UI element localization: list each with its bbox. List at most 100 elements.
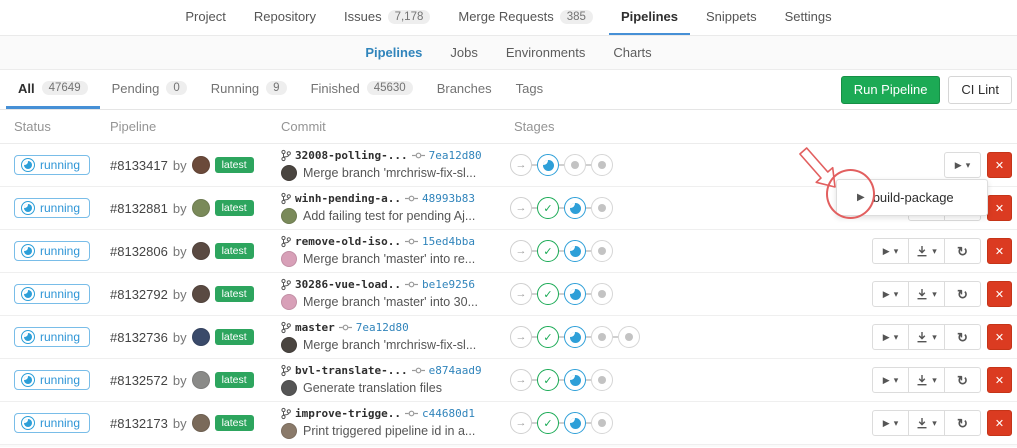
pipeline-id-link[interactable]: #8132173 <box>110 416 168 431</box>
top-nav-item-merge-requests[interactable]: Merge Requests 385 <box>446 0 605 35</box>
stage-created-icon[interactable] <box>564 154 586 176</box>
user-avatar[interactable] <box>192 371 210 389</box>
stage-skipped-icon[interactable]: → <box>510 154 532 176</box>
stage-running-icon[interactable] <box>564 283 586 305</box>
download-artifacts-dropdown-button[interactable]: ▾ <box>908 281 945 307</box>
retry-pipeline-button[interactable]: ↻ <box>944 281 981 307</box>
retry-pipeline-button[interactable]: ↻ <box>944 324 981 350</box>
branch-link[interactable]: master <box>295 321 335 334</box>
commit-sha-link[interactable]: 7ea12d80 <box>429 149 482 162</box>
commit-author-avatar[interactable] <box>281 251 297 267</box>
sub-nav-item-jobs[interactable]: Jobs <box>440 45 487 60</box>
stage-success-icon[interactable]: ✓ <box>537 326 559 348</box>
top-nav-item-settings[interactable]: Settings <box>773 0 844 35</box>
play-jobs-dropdown-button[interactable]: ▶▾ <box>872 324 909 350</box>
user-avatar[interactable] <box>192 328 210 346</box>
stage-running-icon[interactable] <box>564 326 586 348</box>
commit-author-avatar[interactable] <box>281 423 297 439</box>
tab-item-running[interactable]: Running 9 <box>199 70 299 109</box>
pipeline-id-link[interactable]: #8132572 <box>110 373 168 388</box>
play-jobs-dropdown-button[interactable]: ▶▾ <box>872 367 909 393</box>
commit-message-link[interactable]: Merge branch 'mrchrisw-fix-sl... <box>303 166 476 180</box>
cancel-pipeline-button[interactable]: ✕ <box>987 195 1012 221</box>
commit-sha-link[interactable]: e874aad9 <box>429 364 482 377</box>
user-avatar[interactable] <box>192 285 210 303</box>
status-badge[interactable]: running <box>14 370 90 390</box>
tab-item-pending[interactable]: Pending 0 <box>100 70 199 109</box>
play-jobs-dropdown-button[interactable]: ▶▾ <box>872 281 909 307</box>
user-avatar[interactable] <box>192 199 210 217</box>
dropdown-item-build-package[interactable]: ▶ build-package <box>837 184 987 211</box>
stage-success-icon[interactable]: ✓ <box>537 412 559 434</box>
retry-pipeline-button[interactable]: ↻ <box>944 410 981 436</box>
play-jobs-dropdown-button[interactable]: ▶▾ <box>944 152 981 178</box>
ci-lint-button[interactable]: CI Lint <box>948 76 1012 104</box>
stage-skipped-icon[interactable]: → <box>510 369 532 391</box>
commit-sha-link[interactable]: c44680d1 <box>422 407 475 420</box>
commit-sha-link[interactable]: 15ed4bba <box>422 235 475 248</box>
download-artifacts-dropdown-button[interactable]: ▾ <box>908 367 945 393</box>
stage-skipped-icon[interactable]: → <box>510 197 532 219</box>
commit-author-avatar[interactable] <box>281 294 297 310</box>
download-artifacts-dropdown-button[interactable]: ▾ <box>908 324 945 350</box>
play-jobs-dropdown-button[interactable]: ▶▾ <box>872 238 909 264</box>
pipeline-id-link[interactable]: #8132881 <box>110 201 168 216</box>
commit-sha-link[interactable]: 48993b83 <box>422 192 475 205</box>
download-artifacts-dropdown-button[interactable]: ▾ <box>908 410 945 436</box>
tab-item-finished[interactable]: Finished 45630 <box>299 70 425 109</box>
cancel-pipeline-button[interactable]: ✕ <box>987 238 1012 264</box>
branch-link[interactable]: winh-pending-a.. <box>295 192 401 205</box>
cancel-pipeline-button[interactable]: ✕ <box>987 281 1012 307</box>
branch-link[interactable]: improve-trigge.. <box>295 407 401 420</box>
commit-message-link[interactable]: Print triggered pipeline id in a... <box>303 424 475 438</box>
commit-message-link[interactable]: Merge branch 'master' into 30... <box>303 295 478 309</box>
pipeline-id-link[interactable]: #8132736 <box>110 330 168 345</box>
stage-created-icon[interactable] <box>591 326 613 348</box>
commit-message-link[interactable]: Merge branch 'mrchrisw-fix-sl... <box>303 338 476 352</box>
pipeline-id-link[interactable]: #8132792 <box>110 287 168 302</box>
tab-item-all[interactable]: All 47649 <box>6 70 100 109</box>
commit-author-avatar[interactable] <box>281 165 297 181</box>
top-nav-item-snippets[interactable]: Snippets <box>694 0 769 35</box>
stage-created-icon[interactable] <box>591 240 613 262</box>
branch-link[interactable]: bvl-translate-... <box>295 364 408 377</box>
branch-link[interactable]: 32008-polling-... <box>295 149 408 162</box>
stage-success-icon[interactable]: ✓ <box>537 197 559 219</box>
pipeline-id-link[interactable]: #8132806 <box>110 244 168 259</box>
user-avatar[interactable] <box>192 156 210 174</box>
stage-created-icon[interactable] <box>591 412 613 434</box>
status-badge[interactable]: running <box>14 198 90 218</box>
stage-success-icon[interactable]: ✓ <box>537 369 559 391</box>
top-nav-item-pipelines[interactable]: Pipelines <box>609 0 690 35</box>
stage-created-icon[interactable] <box>591 197 613 219</box>
stage-skipped-icon[interactable]: → <box>510 240 532 262</box>
top-nav-item-project[interactable]: Project <box>173 0 237 35</box>
status-badge[interactable]: running <box>14 241 90 261</box>
stage-running-icon[interactable] <box>537 154 559 176</box>
sub-nav-item-charts[interactable]: Charts <box>603 45 661 60</box>
download-artifacts-dropdown-button[interactable]: ▾ <box>908 238 945 264</box>
retry-pipeline-button[interactable]: ↻ <box>944 238 981 264</box>
sub-nav-item-environments[interactable]: Environments <box>496 45 595 60</box>
stage-skipped-icon[interactable]: → <box>510 283 532 305</box>
cancel-pipeline-button[interactable]: ✕ <box>987 152 1012 178</box>
retry-pipeline-button[interactable]: ↻ <box>944 367 981 393</box>
user-avatar[interactable] <box>192 242 210 260</box>
commit-message-link[interactable]: Generate translation files <box>303 381 442 395</box>
stage-created-icon[interactable] <box>591 283 613 305</box>
stage-running-icon[interactable] <box>564 197 586 219</box>
sub-nav-item-pipelines[interactable]: Pipelines <box>355 45 432 60</box>
top-nav-item-issues[interactable]: Issues 7,178 <box>332 0 442 35</box>
user-avatar[interactable] <box>192 414 210 432</box>
status-badge[interactable]: running <box>14 327 90 347</box>
stage-created-icon[interactable] <box>618 326 640 348</box>
branch-link[interactable]: remove-old-iso.. <box>295 235 401 248</box>
status-badge[interactable]: running <box>14 413 90 433</box>
tab-item-tags[interactable]: Tags <box>504 70 555 109</box>
stage-running-icon[interactable] <box>564 412 586 434</box>
commit-message-link[interactable]: Add failing test for pending Aj... <box>303 209 475 223</box>
commit-author-avatar[interactable] <box>281 337 297 353</box>
branch-link[interactable]: 30286-vue-load.. <box>295 278 401 291</box>
pipeline-id-link[interactable]: #8133417 <box>110 158 168 173</box>
commit-author-avatar[interactable] <box>281 208 297 224</box>
